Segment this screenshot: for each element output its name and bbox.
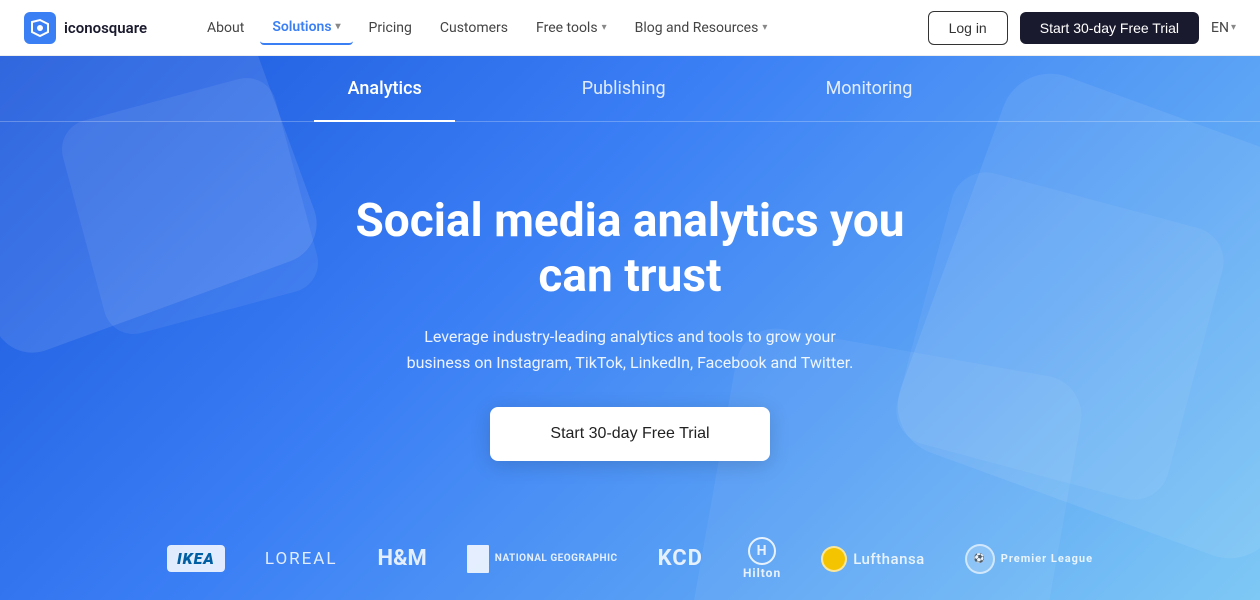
nav-about[interactable]: About [195, 12, 256, 44]
subnav-analytics[interactable]: Analytics [268, 56, 502, 121]
hm-logo: H&M [378, 546, 427, 571]
logo-icon [24, 12, 56, 44]
nav-pricing[interactable]: Pricing [357, 12, 424, 44]
logo[interactable]: iconosquare [24, 12, 147, 44]
natgeo-logo: NATIONAL GEOGRAPHIC [467, 545, 618, 573]
lufthansa-circle-icon [821, 546, 847, 572]
login-button[interactable]: Log in [928, 11, 1008, 45]
hero-trial-button[interactable]: Start 30-day Free Trial [490, 407, 769, 461]
lufthansa-logo: Lufthansa [821, 546, 925, 572]
trial-button[interactable]: Start 30-day Free Trial [1020, 12, 1199, 44]
chevron-down-icon: ▾ [762, 22, 767, 33]
premier-circle-icon: ⚽ [965, 544, 995, 574]
kcd-logo: KCD [658, 546, 703, 571]
navbar: iconosquare About Solutions ▾ Pricing Cu… [0, 0, 1260, 56]
hilton-logo: H Hilton [743, 537, 781, 580]
language-selector[interactable]: EN ▾ [1211, 20, 1236, 36]
nav-customers[interactable]: Customers [428, 12, 520, 44]
nav-free-tools[interactable]: Free tools ▾ [524, 12, 619, 44]
sub-navigation: Analytics Publishing Monitoring [0, 56, 1260, 122]
chevron-down-icon: ▾ [336, 21, 341, 32]
chevron-down-icon: ▾ [1231, 22, 1236, 33]
logo-text: iconosquare [64, 19, 147, 37]
natgeo-box-icon [467, 545, 489, 573]
subnav-publishing[interactable]: Publishing [502, 56, 746, 121]
subnav-monitoring[interactable]: Monitoring [746, 56, 993, 121]
hero-section: Analytics Publishing Monitoring Social m… [0, 56, 1260, 600]
nav-actions: Log in Start 30-day Free Trial EN ▾ [928, 11, 1236, 45]
hilton-circle-icon: H [748, 537, 776, 565]
hero-title: Social media analytics you can trust [330, 194, 930, 304]
chevron-down-icon: ▾ [602, 22, 607, 33]
premier-league-logo: ⚽ Premier League [965, 544, 1093, 574]
brands-bar: IKEA LOREAL H&M NATIONAL GEOGRAPHIC KCD … [0, 513, 1260, 600]
hero-subtitle: Leverage industry-leading analytics and … [400, 324, 860, 375]
nav-blog[interactable]: Blog and Resources ▾ [623, 12, 780, 44]
loreal-logo: LOREAL [265, 549, 338, 569]
nav-solutions[interactable]: Solutions ▾ [260, 11, 352, 45]
ikea-logo: IKEA [167, 545, 225, 572]
nav-links: About Solutions ▾ Pricing Customers Free… [195, 11, 928, 45]
hero-content: Social media analytics you can trust Lev… [0, 122, 1260, 513]
